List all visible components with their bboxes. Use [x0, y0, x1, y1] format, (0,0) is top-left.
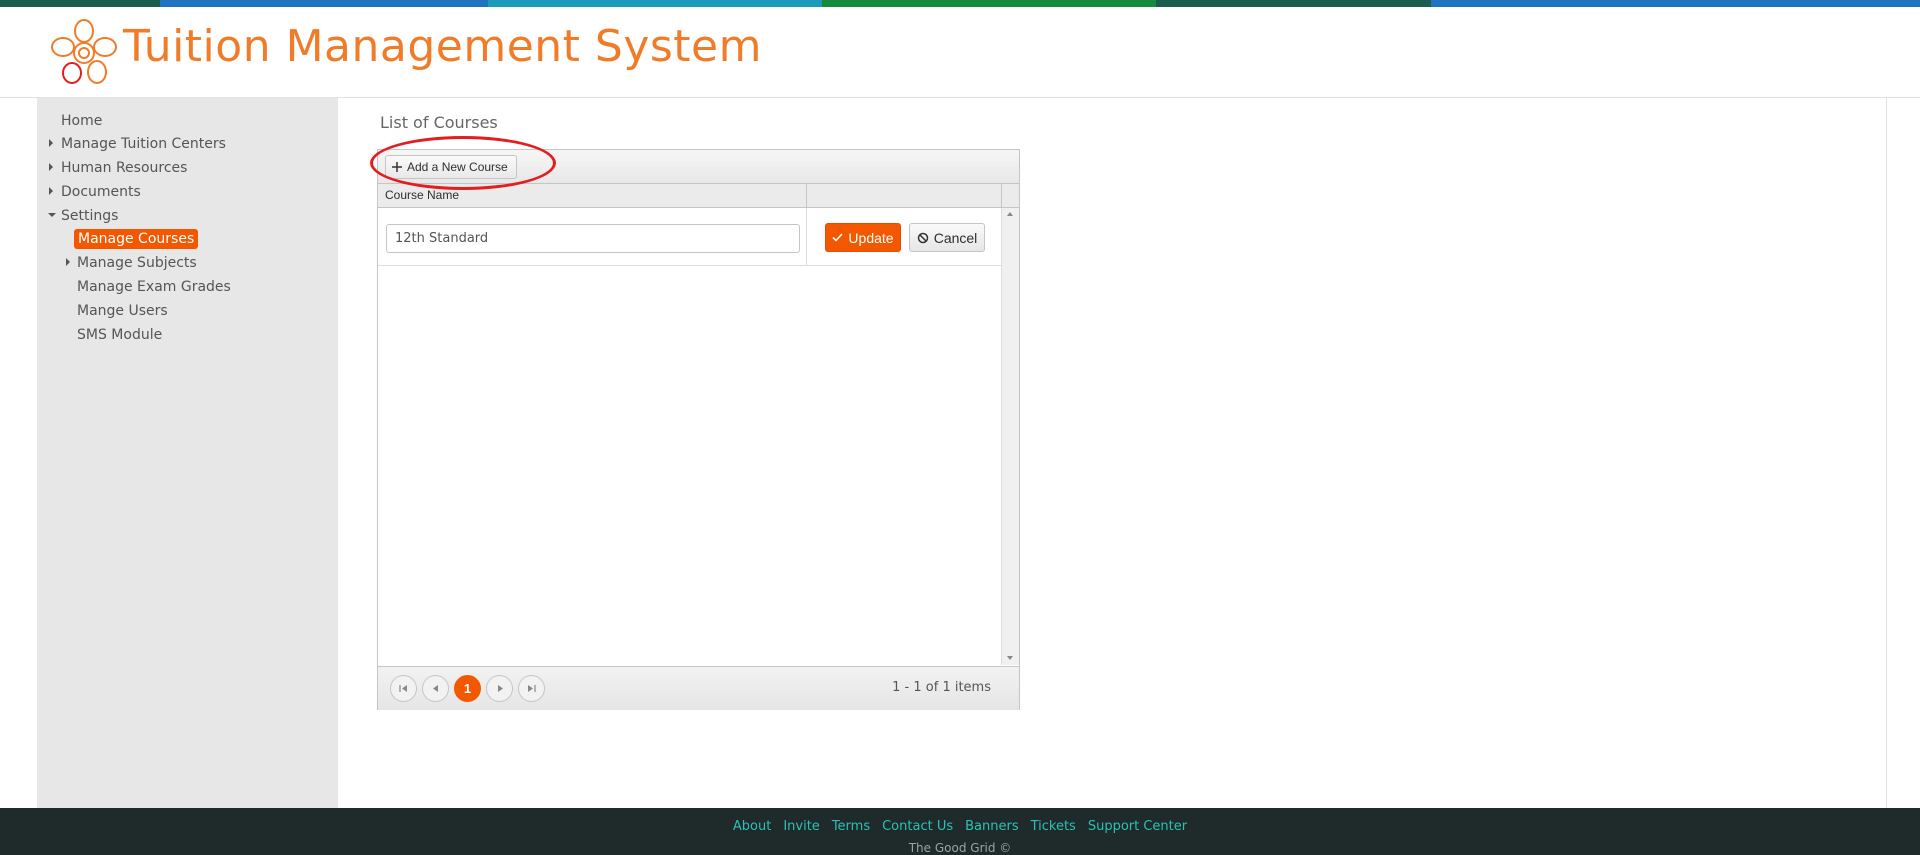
sidebar-item-documents[interactable]: Documents: [61, 183, 141, 201]
app-title: Tuition Management System: [123, 21, 762, 72]
sidebar-item-label: Manage Subjects: [77, 255, 197, 271]
footer-link-contact-us[interactable]: Contact Us: [882, 819, 953, 834]
stripe-segment: [488, 0, 822, 7]
sidebar-nav: Home Manage Tuition Centers Human Resour…: [37, 98, 338, 808]
sidebar-item-manage-exam-grades[interactable]: Manage Exam Grades: [77, 278, 231, 296]
stripe-segment: [160, 0, 488, 7]
flower-logo-icon[interactable]: [48, 17, 120, 89]
triangle-down-icon: [48, 213, 56, 217]
next-page-icon: [497, 685, 503, 692]
stripe-segment: [822, 0, 1156, 7]
triangle-right-icon: [49, 139, 53, 147]
triangle-right-icon: [49, 187, 53, 195]
sidebar-item-label: Manage Exam Grades: [77, 279, 231, 295]
cancel-label: Cancel: [933, 229, 978, 246]
sidebar-item-label: Human Resources: [61, 160, 188, 176]
triangle-right-icon: [49, 163, 53, 171]
last-page-icon: [528, 685, 536, 692]
grid-scrollbar[interactable]: [1001, 208, 1019, 665]
grid-header: Course Name: [378, 184, 1019, 208]
sidebar-item-manage-subjects[interactable]: Manage Subjects: [77, 254, 197, 272]
footer-link-terms[interactable]: Terms: [832, 819, 870, 834]
sidebar-item-label: Manage Tuition Centers: [61, 136, 226, 152]
sidebar-item-manage-tuition-centers[interactable]: Manage Tuition Centers: [61, 135, 226, 153]
sidebar-item-human-resources[interactable]: Human Resources: [61, 159, 187, 177]
update-button[interactable]: Update: [825, 223, 901, 252]
update-label: Update: [848, 229, 894, 246]
app-header: Tuition Management System: [0, 7, 1920, 98]
stripe-segment: [1431, 0, 1920, 7]
prev-page-button[interactable]: [422, 675, 449, 702]
grid-toolbar: Add a New Course: [378, 150, 1019, 184]
top-color-stripe: [0, 0, 1920, 7]
next-page-button[interactable]: [486, 675, 513, 702]
last-page-button[interactable]: [518, 675, 545, 702]
column-divider: [806, 208, 807, 265]
footer-link-banners[interactable]: Banners: [965, 819, 1018, 834]
footer-link-about[interactable]: About: [733, 819, 771, 834]
page-title: List of Courses: [380, 113, 498, 132]
sidebar-item-label: SMS Module: [77, 327, 163, 343]
scroll-down-arrow-icon[interactable]: [1007, 656, 1013, 660]
sidebar-item-label: Documents: [61, 184, 141, 200]
courses-grid: Add a New Course Course Name 12th Standa…: [377, 149, 1020, 710]
sidebar-item-settings[interactable]: Settings: [61, 207, 118, 225]
sidebar-item-home[interactable]: Home: [61, 112, 102, 130]
column-divider: [806, 184, 807, 207]
column-divider: [1001, 184, 1002, 207]
triangle-right-icon: [66, 258, 70, 266]
check-icon: [832, 233, 844, 242]
course-name-input[interactable]: 12th Standard: [386, 224, 800, 253]
sidebar-item-label: Manage Courses: [78, 231, 195, 247]
scroll-up-arrow-icon[interactable]: [1007, 212, 1013, 216]
current-page-button[interactable]: 1: [454, 675, 481, 702]
cancel-button[interactable]: Cancel: [909, 223, 985, 252]
sidebar-item-label: Settings: [61, 208, 119, 224]
stripe-segment: [0, 0, 160, 7]
sidebar-item-label: Mange Users: [77, 303, 168, 319]
footer-link-tickets[interactable]: Tickets: [1031, 819, 1076, 834]
cancel-icon: [917, 232, 928, 243]
sidebar-item-manage-courses[interactable]: Manage Courses: [74, 229, 199, 249]
footer-link-support-center[interactable]: Support Center: [1088, 819, 1187, 834]
content-border: [1886, 98, 1887, 808]
column-header-course-name[interactable]: Course Name: [385, 188, 459, 202]
sidebar-item-sms-module[interactable]: SMS Module: [77, 326, 162, 344]
plus-icon: [392, 162, 402, 172]
footer-links: About Invite Terms Contact Us Banners Ti…: [0, 819, 1920, 834]
page-footer: About Invite Terms Contact Us Banners Ti…: [0, 808, 1920, 855]
pager-info: 1 - 1 of 1 items: [892, 680, 991, 695]
sidebar-item-label: Home: [61, 113, 103, 129]
table-row-editing: 12th Standard Update Cancel: [378, 208, 1001, 266]
first-page-icon: [399, 685, 407, 692]
add-new-course-label: Add a New Course: [407, 160, 508, 174]
footer-link-invite[interactable]: Invite: [783, 819, 819, 834]
stripe-segment: [1156, 0, 1431, 7]
first-page-button[interactable]: [390, 675, 417, 702]
sidebar-item-mange-users[interactable]: Mange Users: [77, 302, 168, 320]
footer-copyright: The Good Grid ©: [908, 841, 1012, 855]
prev-page-icon: [432, 685, 438, 692]
grid-pager: 1 1 - 1 of 1 items: [378, 666, 1019, 710]
add-new-course-button[interactable]: Add a New Course: [385, 155, 517, 179]
